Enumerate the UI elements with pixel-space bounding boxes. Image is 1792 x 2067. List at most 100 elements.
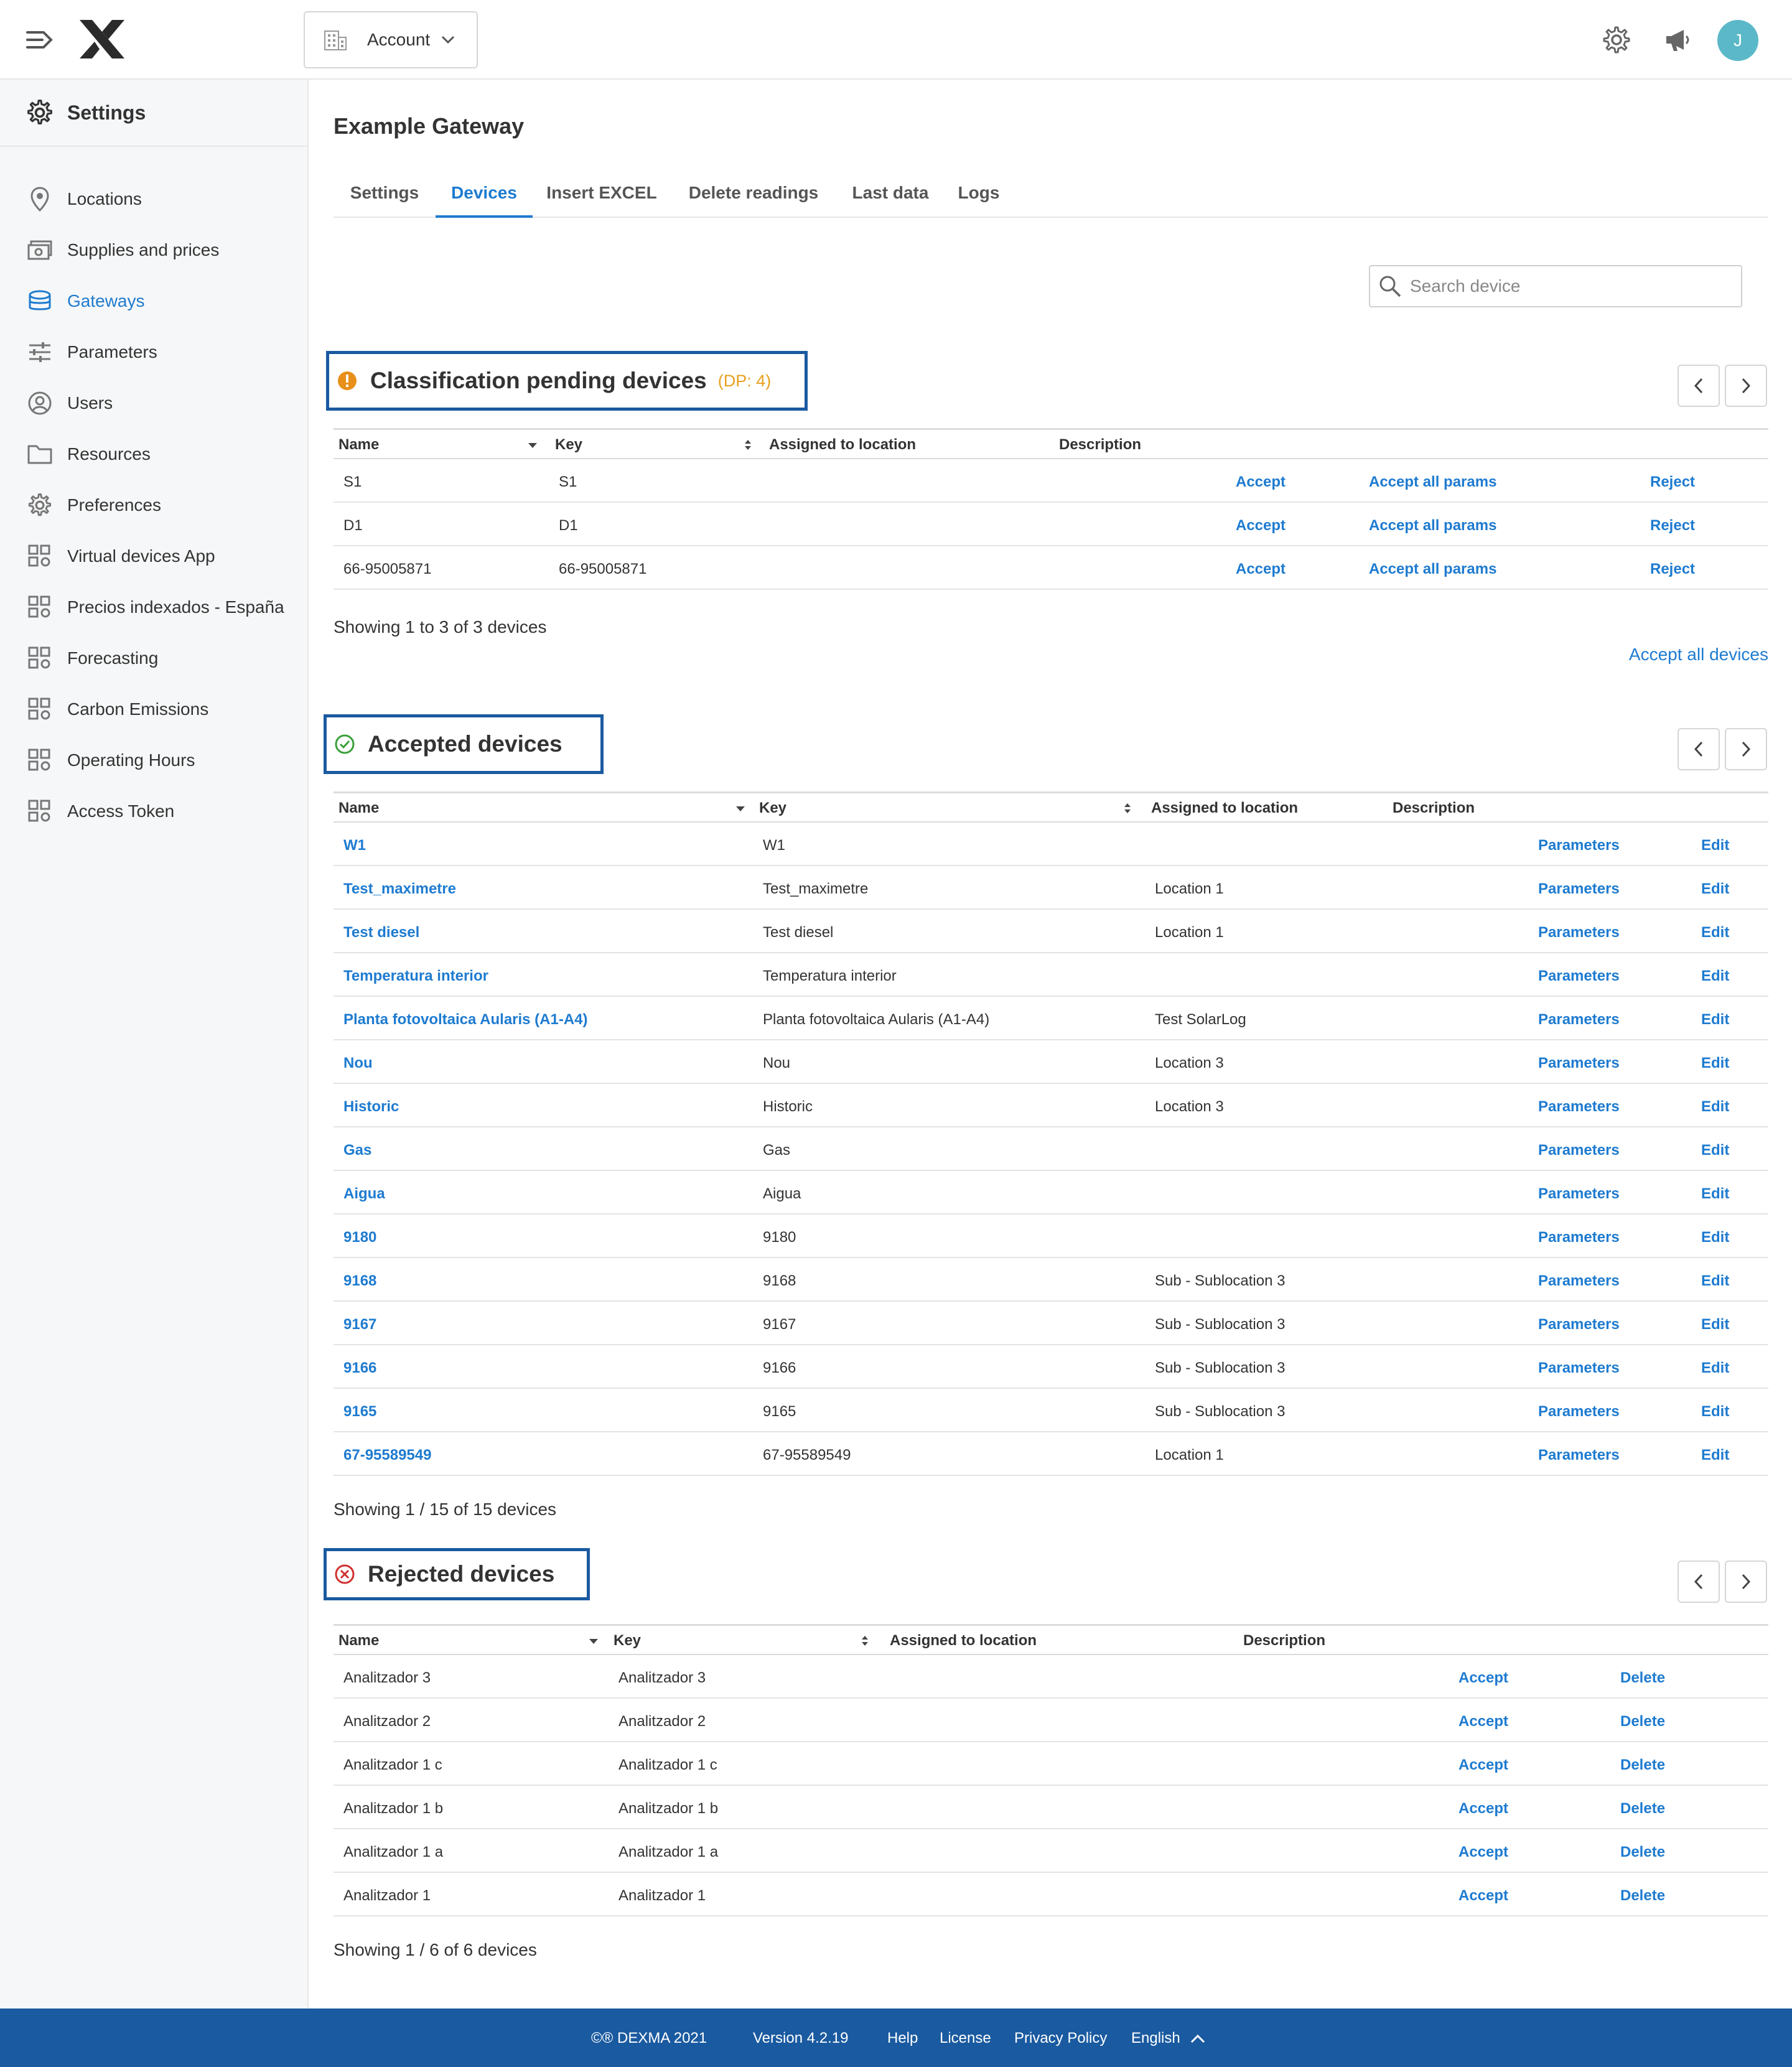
sort-icon[interactable] xyxy=(859,1633,871,1648)
sidebar-item-preferences[interactable]: Preferences xyxy=(0,480,307,530)
device-name-link[interactable]: Temperatura interior xyxy=(343,968,488,985)
accept-link[interactable]: Accept xyxy=(1458,1669,1508,1687)
search-input[interactable] xyxy=(1410,276,1721,296)
column-name[interactable]: Name xyxy=(338,800,379,817)
accept-link[interactable]: Accept xyxy=(1458,1713,1508,1730)
edit-link[interactable]: Edit xyxy=(1701,1229,1729,1246)
reject-link[interactable]: Reject xyxy=(1650,474,1695,491)
settings-gear-icon[interactable] xyxy=(1602,25,1631,55)
next-page-button[interactable] xyxy=(1725,365,1767,407)
edit-link[interactable]: Edit xyxy=(1701,1185,1729,1203)
device-name-link[interactable]: 9180 xyxy=(343,1229,376,1246)
parameters-link[interactable]: Parameters xyxy=(1538,1447,1620,1464)
edit-link[interactable]: Edit xyxy=(1701,880,1729,898)
footer-license-link[interactable]: License xyxy=(940,2030,991,2047)
prev-page-button[interactable] xyxy=(1678,1561,1720,1603)
parameters-link[interactable]: Parameters xyxy=(1538,837,1620,854)
column-key[interactable]: Key xyxy=(759,800,786,817)
device-name-link[interactable]: Aigua xyxy=(343,1185,385,1203)
sidebar-item-supplies[interactable]: Supplies and prices xyxy=(0,225,307,275)
reject-link[interactable]: Reject xyxy=(1650,517,1695,534)
parameters-link[interactable]: Parameters xyxy=(1538,880,1620,898)
edit-link[interactable]: Edit xyxy=(1701,1447,1729,1464)
accept-link[interactable]: Accept xyxy=(1458,1844,1508,1861)
menu-toggle-icon[interactable] xyxy=(26,30,54,50)
delete-link[interactable]: Delete xyxy=(1620,1713,1665,1730)
edit-link[interactable]: Edit xyxy=(1701,1316,1729,1333)
accept-all-params-link[interactable]: Accept all params xyxy=(1369,517,1496,534)
edit-link[interactable]: Edit xyxy=(1701,924,1729,941)
prev-page-button[interactable] xyxy=(1678,365,1720,407)
tab-last-data[interactable]: Last data xyxy=(836,173,945,218)
delete-link[interactable]: Delete xyxy=(1620,1844,1665,1861)
parameters-link[interactable]: Parameters xyxy=(1538,924,1620,941)
accept-link[interactable]: Accept xyxy=(1458,1800,1508,1817)
reject-link[interactable]: Reject xyxy=(1650,561,1695,578)
device-name-link[interactable]: 9165 xyxy=(343,1403,376,1421)
accept-link[interactable]: Accept xyxy=(1458,1757,1508,1774)
delete-link[interactable]: Delete xyxy=(1620,1887,1665,1905)
device-name-link[interactable]: Historic xyxy=(343,1098,399,1116)
footer-language-selector[interactable]: English xyxy=(1131,2030,1205,2047)
edit-link[interactable]: Edit xyxy=(1701,1360,1729,1377)
device-name-link[interactable]: 9166 xyxy=(343,1360,376,1377)
prev-page-button[interactable] xyxy=(1678,728,1720,770)
next-page-button[interactable] xyxy=(1725,728,1767,770)
parameters-link[interactable]: Parameters xyxy=(1538,1011,1620,1029)
device-name-link[interactable]: Test diesel xyxy=(343,924,419,941)
column-key[interactable]: Key xyxy=(614,1632,641,1649)
tab-logs[interactable]: Logs xyxy=(945,173,1013,218)
accept-link[interactable]: Accept xyxy=(1236,561,1286,578)
sidebar-item-virtual-devices[interactable]: Virtual devices App xyxy=(0,531,307,581)
sidebar-item-precios-indexados[interactable]: Precios indexados - España xyxy=(0,582,307,632)
parameters-link[interactable]: Parameters xyxy=(1538,1142,1620,1159)
accept-link[interactable]: Accept xyxy=(1236,474,1286,491)
sidebar-item-operating-hours[interactable]: Operating Hours xyxy=(0,735,307,785)
edit-link[interactable]: Edit xyxy=(1701,837,1729,854)
column-key[interactable]: Key xyxy=(555,436,582,454)
parameters-link[interactable]: Parameters xyxy=(1538,968,1620,985)
brand-logo[interactable] xyxy=(78,19,126,60)
device-name-link[interactable]: 9167 xyxy=(343,1316,376,1333)
accept-link[interactable]: Accept xyxy=(1236,517,1286,534)
tab-settings[interactable]: Settings xyxy=(334,173,436,218)
user-avatar[interactable]: J xyxy=(1717,20,1758,61)
tab-delete-readings[interactable]: Delete readings xyxy=(671,173,836,218)
sidebar-item-forecasting[interactable]: Forecasting xyxy=(0,633,307,683)
footer-privacy-link[interactable]: Privacy Policy xyxy=(1014,2030,1107,2047)
column-name[interactable]: Name xyxy=(338,436,379,454)
footer-help-link[interactable]: Help xyxy=(887,2030,918,2047)
parameters-link[interactable]: Parameters xyxy=(1538,1229,1620,1246)
sidebar-item-carbon-emissions[interactable]: Carbon Emissions xyxy=(0,684,307,734)
accept-all-params-link[interactable]: Accept all params xyxy=(1369,474,1496,491)
edit-link[interactable]: Edit xyxy=(1701,1055,1729,1072)
edit-link[interactable]: Edit xyxy=(1701,968,1729,985)
parameters-link[interactable]: Parameters xyxy=(1538,1403,1620,1421)
sidebar-item-parameters[interactable]: Parameters xyxy=(0,327,307,377)
sort-icon[interactable] xyxy=(1121,801,1134,816)
sidebar-item-access-token[interactable]: Access Token xyxy=(0,786,307,836)
accept-link[interactable]: Accept xyxy=(1458,1887,1508,1905)
edit-link[interactable]: Edit xyxy=(1701,1142,1729,1159)
edit-link[interactable]: Edit xyxy=(1701,1403,1729,1421)
accept-all-params-link[interactable]: Accept all params xyxy=(1369,561,1496,578)
sort-icon[interactable] xyxy=(742,437,754,452)
sort-desc-icon[interactable] xyxy=(734,801,747,816)
device-name-link[interactable]: Nou xyxy=(343,1055,373,1072)
parameters-link[interactable]: Parameters xyxy=(1538,1098,1620,1116)
sort-desc-icon[interactable] xyxy=(526,437,539,452)
device-name-link[interactable]: Test_maximetre xyxy=(343,880,456,898)
accept-all-devices-link[interactable]: Accept all devices xyxy=(1629,645,1768,665)
column-name[interactable]: Name xyxy=(338,1632,379,1649)
next-page-button[interactable] xyxy=(1725,1561,1767,1603)
parameters-link[interactable]: Parameters xyxy=(1538,1185,1620,1203)
parameters-link[interactable]: Parameters xyxy=(1538,1316,1620,1333)
device-name-link[interactable]: Gas xyxy=(343,1142,371,1159)
device-name-link[interactable]: W1 xyxy=(343,837,366,854)
tab-devices[interactable]: Devices xyxy=(436,173,533,218)
parameters-link[interactable]: Parameters xyxy=(1538,1360,1620,1377)
sidebar-item-resources[interactable]: Resources xyxy=(0,429,307,479)
sort-desc-icon[interactable] xyxy=(587,1633,600,1648)
device-name-link[interactable]: 67-95589549 xyxy=(343,1447,431,1464)
tab-insert-excel[interactable]: Insert EXCEL xyxy=(533,173,671,218)
